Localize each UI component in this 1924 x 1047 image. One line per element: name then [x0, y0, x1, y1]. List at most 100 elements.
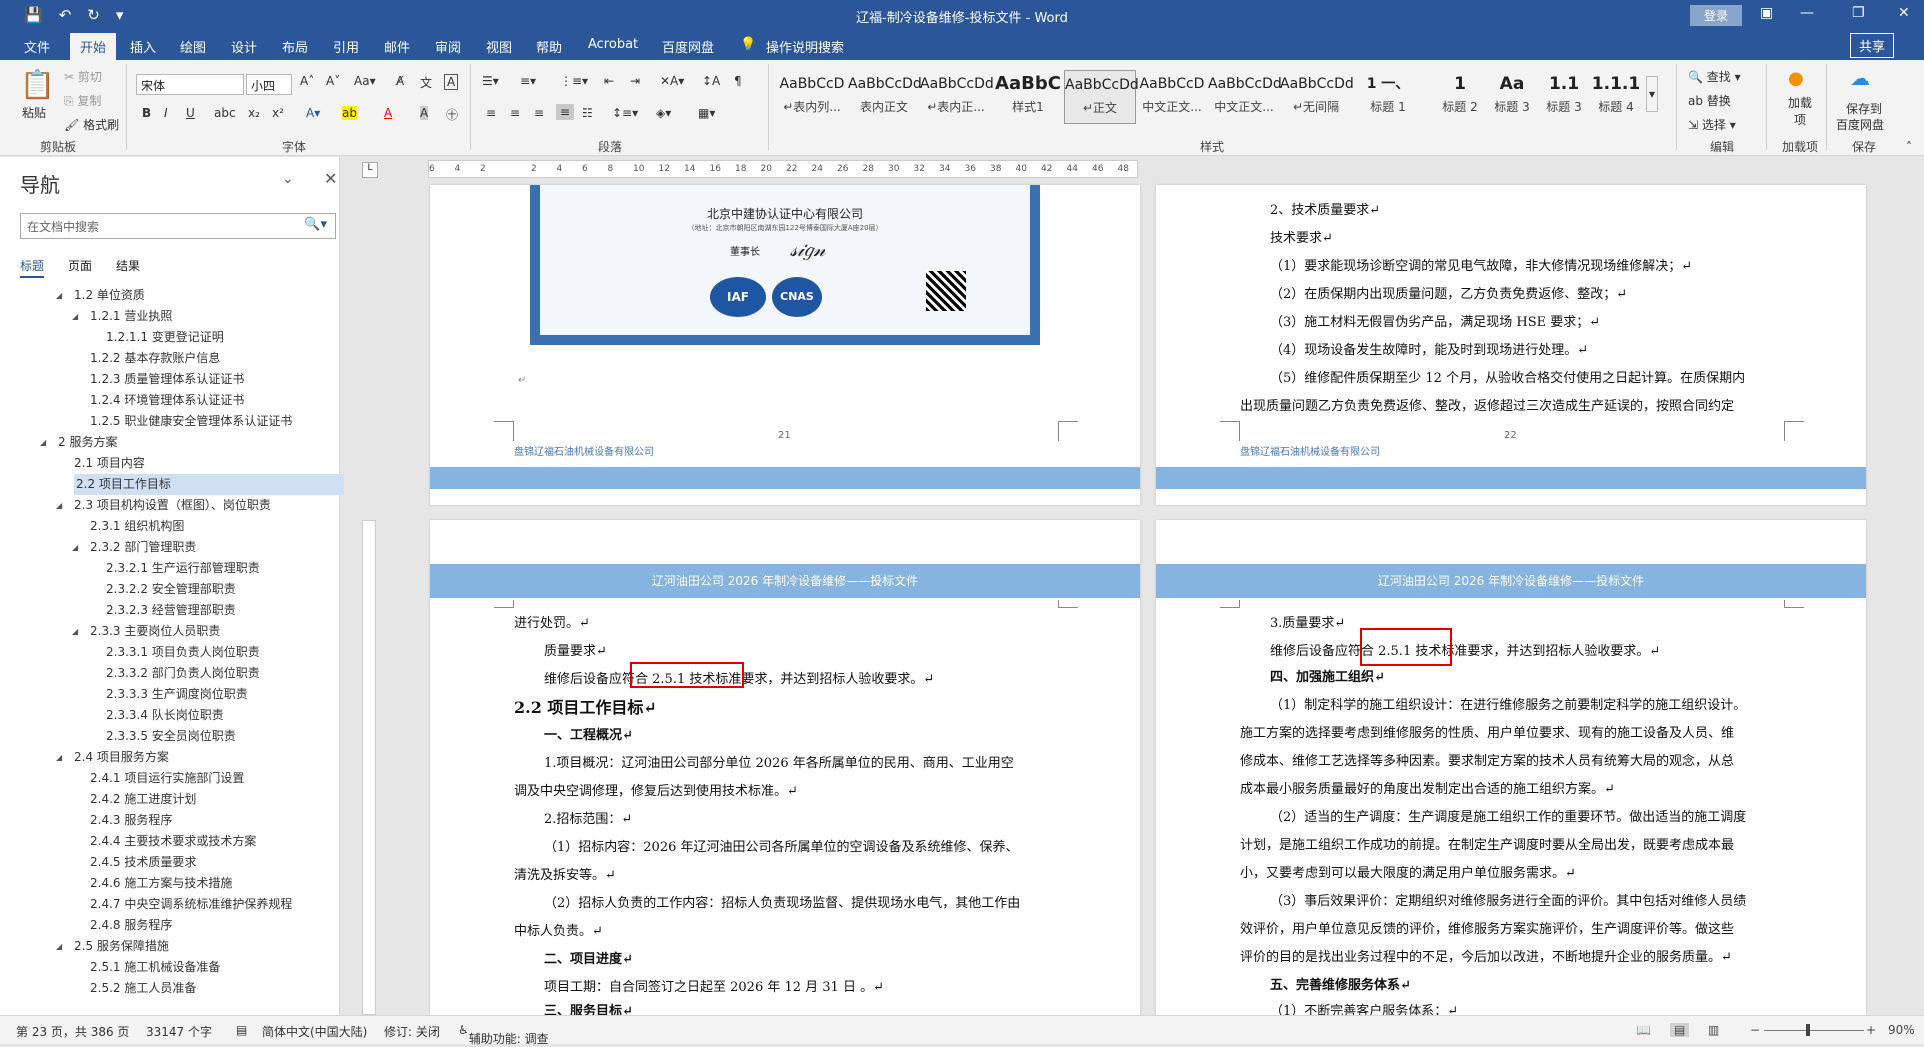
nav-heading-item[interactable]: 2.4.3 服务程序: [0, 810, 340, 831]
nav-heading-item[interactable]: 2.3.3.2 部门负责人岗位职责: [0, 663, 340, 684]
restore-icon[interactable]: ❐: [1852, 5, 1865, 21]
language[interactable]: 简体中文(中国大陆): [262, 1023, 367, 1040]
expand-triangle-icon[interactable]: ◢: [56, 285, 62, 306]
nav-heading-item[interactable]: ◢ 2.3.2 部门管理职责: [0, 537, 340, 558]
bullets-icon[interactable]: ☰▾: [482, 74, 499, 88]
tab-layout[interactable]: 布局: [282, 37, 308, 56]
nav-heading-item[interactable]: 2.4.5 技术质量要求: [0, 852, 340, 873]
expand-triangle-icon[interactable]: ◢: [56, 495, 62, 516]
nav-heading-item[interactable]: 1.2.2 基本存款账户信息: [0, 348, 340, 369]
nav-heading-item[interactable]: 2.5.1 施工机械设备准备: [0, 957, 340, 978]
expand-triangle-icon[interactable]: ◢: [72, 537, 78, 558]
justify-icon[interactable]: ≡: [556, 104, 575, 120]
style-item[interactable]: AaBbCcDd ↵无间隔: [1280, 70, 1354, 124]
sort-icon[interactable]: ↕A: [702, 74, 720, 88]
nav-heading-item[interactable]: ◢ 2.3 项目机构设置（框图）、岗位职责: [0, 495, 340, 516]
tab-baidu[interactable]: 百度网盘: [662, 37, 714, 56]
chevron-down-icon[interactable]: ⌄: [282, 171, 294, 187]
nav-tab-results[interactable]: 结果: [116, 257, 140, 278]
align-center-icon[interactable]: ≡: [510, 106, 520, 120]
zoom-slider-thumb[interactable]: [1806, 1024, 1810, 1036]
addins-button[interactable]: 加载项: [1784, 94, 1816, 128]
paste-icon[interactable]: 📋: [20, 68, 55, 101]
expand-triangle-icon[interactable]: ◢: [56, 936, 62, 957]
decrease-indent-icon[interactable]: ⇤: [604, 74, 614, 88]
nav-heading-item[interactable]: 2.1 项目内容: [0, 453, 340, 474]
align-right-icon[interactable]: ≡: [534, 106, 544, 120]
phonetic-guide-icon[interactable]: 文: [420, 74, 432, 91]
clear-format-icon[interactable]: A̸: [396, 74, 404, 88]
expand-triangle-icon[interactable]: ◢: [72, 621, 78, 642]
style-item[interactable]: AaBbC 样式1: [992, 70, 1064, 124]
line-spacing-icon[interactable]: ↕≡▾: [612, 106, 638, 120]
font-size-combo[interactable]: 小四: [246, 74, 292, 95]
minimize-icon[interactable]: —: [1800, 5, 1814, 21]
style-item[interactable]: AaBbCcDd 中文正文...: [1208, 70, 1282, 124]
tab-draw[interactable]: 绘图: [180, 37, 206, 56]
track-changes[interactable]: 修订: 关闭: [384, 1023, 440, 1040]
nav-heading-item[interactable]: ◢ 2.3.3 主要岗位人员职责: [0, 621, 340, 642]
nav-heading-item[interactable]: 2.3.2.2 安全管理部职责: [0, 579, 340, 600]
style-item-selected[interactable]: AaBbCcDd ↵正文: [1064, 70, 1139, 124]
nav-heading-item[interactable]: ◢ 2.5 服务保障措施: [0, 936, 340, 957]
style-item[interactable]: AaBbCcDd ↵表内正...: [920, 70, 994, 124]
superscript-icon[interactable]: x²: [272, 106, 284, 120]
subscript-icon[interactable]: x₂: [248, 106, 260, 120]
nav-heading-item[interactable]: 2.4.4 主要技术要求或技术方案: [0, 831, 340, 852]
login-button[interactable]: 登录: [1690, 5, 1743, 26]
expand-triangle-icon[interactable]: ◢: [56, 747, 62, 768]
copy-button[interactable]: ⎘ 复制: [64, 92, 101, 109]
vertical-ruler[interactable]: [362, 520, 376, 1015]
tab-review[interactable]: 审阅: [435, 37, 461, 56]
style-item[interactable]: AaBbCcD 中文正文...: [1136, 70, 1208, 124]
nav-heading-item[interactable]: 1.2.4 环境管理体系认证证书: [0, 390, 340, 411]
nav-heading-item[interactable]: 2.5.2 施工人员准备: [0, 978, 340, 999]
cut-button[interactable]: ✂ 剪切: [64, 68, 102, 85]
tab-view[interactable]: 视图: [486, 37, 512, 56]
tab-references[interactable]: 引用: [333, 37, 359, 56]
nav-heading-item[interactable]: 1.2.1.1 变更登记证明: [0, 327, 340, 348]
tab-file[interactable]: 文件: [24, 37, 50, 56]
word-count[interactable]: 33147 个字: [146, 1023, 212, 1040]
nav-heading-item[interactable]: 1.2.3 质量管理体系认证证书: [0, 369, 340, 390]
nav-heading-item[interactable]: 2.3.3.3 生产调度岗位职责: [0, 684, 340, 705]
nav-tab-pages[interactable]: 页面: [68, 257, 92, 278]
nav-heading-item[interactable]: ◢ 1.2.1 营业执照: [0, 306, 340, 327]
print-layout-icon[interactable]: ▤: [1670, 1023, 1690, 1037]
zoom-level[interactable]: 90%: [1888, 1023, 1915, 1037]
grow-font-icon[interactable]: A˄: [300, 74, 314, 88]
close-icon[interactable]: ✕: [324, 169, 337, 188]
nav-heading-item[interactable]: 2.4.6 施工方案与技术措施: [0, 873, 340, 894]
ribbon-display-icon[interactable]: ▣: [1760, 5, 1773, 21]
accessibility-status[interactable]: ♿ 辅助功能: 调查: [458, 1023, 549, 1046]
text-effects-icon[interactable]: A▾: [306, 106, 320, 120]
select-button[interactable]: ⇲ 选择 ▾: [1688, 116, 1736, 133]
nav-heading-item[interactable]: 2.4.2 施工进度计划: [0, 789, 340, 810]
char-shading-icon[interactable]: A: [420, 106, 429, 120]
style-item[interactable]: 1.1.1 标题 4: [1580, 70, 1652, 124]
tab-insert[interactable]: 插入: [130, 37, 156, 56]
horizontal-ruler[interactable]: 6 4 2 2 4 6 8 10 12 14 16 18 20 22 24 26 28 30 32 34 36 38 40 4…: [428, 160, 1138, 178]
nav-heading-item[interactable]: 2.3.2.1 生产运行部管理职责: [0, 558, 340, 579]
underline-icon[interactable]: U: [186, 106, 195, 120]
tab-help[interactable]: 帮助: [536, 37, 562, 56]
chinese-layout-icon[interactable]: ✕A▾: [660, 74, 684, 88]
share-button[interactable]: 共享: [1850, 33, 1895, 58]
tab-design[interactable]: 设计: [231, 37, 257, 56]
replace-button[interactable]: ab 替换: [1688, 92, 1731, 109]
nav-heading-item[interactable]: 2.3.1 组织机构图: [0, 516, 340, 537]
strikethrough-icon[interactable]: abc: [214, 106, 236, 120]
web-layout-icon[interactable]: ▥: [1708, 1023, 1719, 1037]
nav-heading-item[interactable]: 1.2.5 职业健康安全管理体系认证证书: [0, 411, 340, 432]
tab-selector[interactable]: L: [362, 162, 378, 178]
shrink-font-icon[interactable]: A˅: [326, 74, 340, 88]
nav-heading-item[interactable]: 2.4.8 服务程序: [0, 915, 340, 936]
addins-icon[interactable]: ●: [1788, 68, 1804, 89]
borders-icon[interactable]: ▦▾: [698, 106, 715, 120]
italic-icon[interactable]: I: [164, 106, 168, 120]
tab-home[interactable]: 开始: [70, 33, 117, 60]
highlight-icon[interactable]: ab: [342, 106, 357, 120]
shading-icon[interactable]: ◈▾: [656, 106, 671, 120]
change-case-icon[interactable]: Aa▾: [354, 74, 376, 88]
nav-search-input[interactable]: 在文档中搜索 🔍▾: [20, 213, 336, 239]
